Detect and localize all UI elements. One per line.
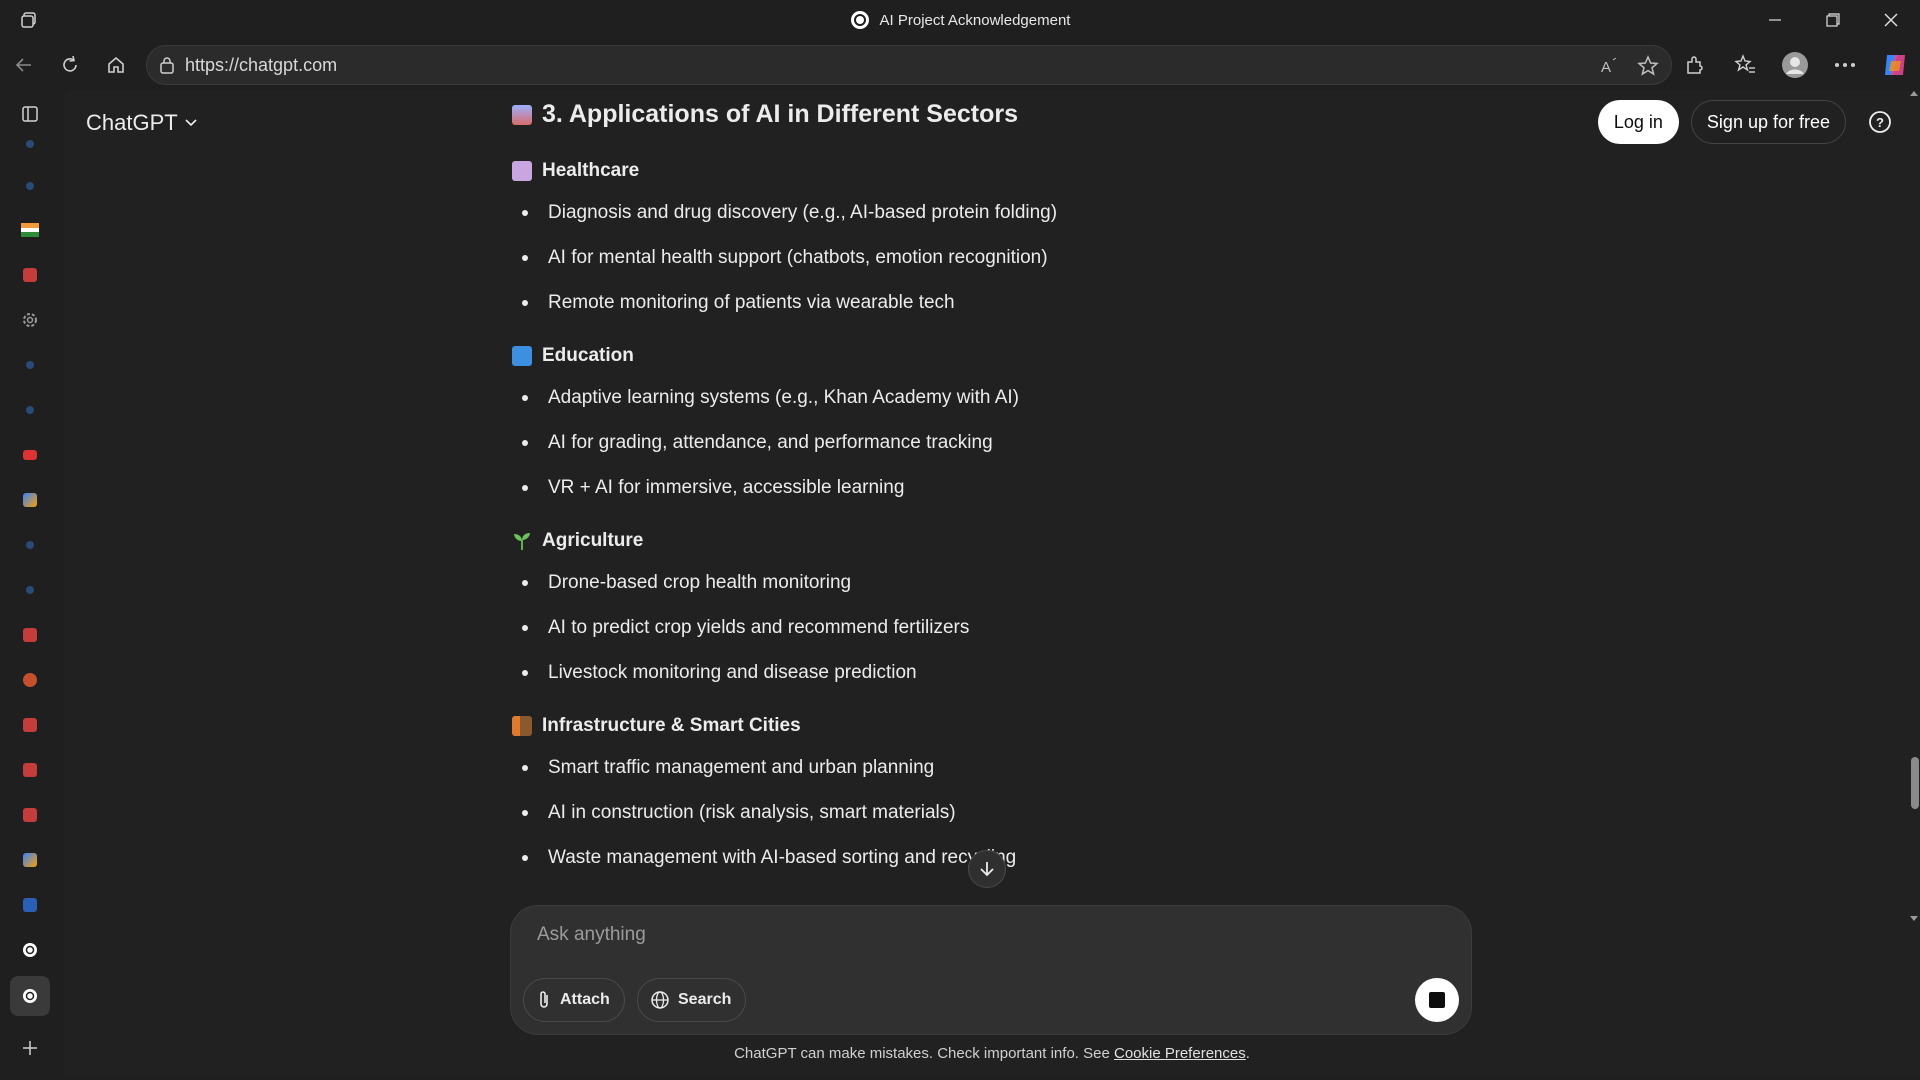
window-title: AI Project Acknowledgement [0,0,1920,40]
scroll-up-arrow-icon[interactable] [1908,90,1920,98]
subsection-title-education: Education [512,345,634,367]
word-tab-icon[interactable] [18,893,42,917]
subsection-title-healthcare: Healthcare [512,160,639,182]
flag-tab-icon[interactable] [18,218,42,242]
search-tab-icon[interactable] [18,578,42,602]
help-icon[interactable]: ? [1858,100,1902,144]
new-tab-plus-icon[interactable] [18,1036,42,1060]
cookie-preferences-link[interactable]: Cookie Preferences [1114,1045,1246,1062]
search-tab-icon[interactable] [18,398,42,422]
favorite-star-icon[interactable] [1637,55,1659,77]
browser-title-bar: AI Project Acknowledgement [0,0,1920,40]
construction-icon [512,716,532,736]
lock-icon [160,57,174,74]
factory-icon [512,104,532,125]
pdf-tab-icon[interactable] [18,803,42,827]
scroll-down-arrow-icon[interactable] [1908,914,1920,924]
restore-button[interactable] [1804,0,1862,40]
scrollbar-thumb[interactable] [1911,757,1919,809]
subsection-title-infrastructure: Infrastructure & Smart Cities [512,715,801,737]
browser-sidebar [0,90,60,1080]
chatgpt-logo-icon [850,11,869,29]
list-item: Diagnosis and drug discovery (e.g., AI-b… [522,202,1057,224]
copilot-icon[interactable] [1870,40,1920,90]
message-composer[interactable]: Ask anything Attach Search [510,905,1472,1035]
list-item: Remote monitoring of patients via wearab… [522,292,955,314]
window-title-text: AI Project Acknowledgement [879,11,1071,29]
chatgpt-page: ChatGPT Log in Sign up for free ? 3. App… [64,90,1920,1076]
list-item: Drone-based crop health monitoring [522,572,851,594]
address-bar[interactable]: https://chatgpt.com A [146,45,1672,85]
stop-generating-button[interactable] [1415,978,1459,1022]
subsection-title-agriculture: Agriculture [512,530,643,552]
more-options-icon[interactable] [1820,40,1870,90]
list-item: Adaptive learning systems (e.g., Khan Ac… [522,387,1019,409]
read-aloud-icon[interactable]: A [1599,56,1619,76]
minimize-button[interactable] [1746,0,1804,40]
settings-gear-icon[interactable] [18,308,42,332]
arrow-down-icon [980,862,994,877]
pdf-tab-icon[interactable] [18,713,42,737]
list-item: Waste management with AI-based sorting a… [522,847,1016,869]
close-window-button[interactable] [1862,0,1920,40]
refresh-button[interactable] [48,45,92,85]
book-icon [512,346,532,366]
tab-sidebar-toggle-icon[interactable] [18,102,42,126]
favorites-icon[interactable] [1720,40,1770,90]
home-button[interactable] [94,45,138,85]
search-tab-icon[interactable] [18,533,42,557]
list-item: Smart traffic management and urban plann… [522,757,934,779]
globe-icon [651,991,669,1009]
page-scrollbar[interactable] [1908,90,1920,1076]
browser-nav-bar: https://chatgpt.com A [0,40,1920,90]
brand-label: ChatGPT [86,110,178,135]
stop-icon [1429,992,1445,1008]
list-item: AI for mental health support (chatbots, … [522,247,1048,269]
pdf-tab-icon[interactable] [18,758,42,782]
chatgpt-tab-icon[interactable] [18,938,42,962]
signup-button[interactable]: Sign up for free [1690,100,1846,144]
profile-avatar-icon[interactable] [1770,40,1820,90]
search-tab-icon[interactable] [18,353,42,377]
disclaimer: ChatGPT can make mistakes. Check importa… [734,1045,1250,1062]
search-tab-icon[interactable] [18,132,42,156]
model-selector[interactable]: ChatGPT [86,110,198,136]
search-tab-icon[interactable] [18,174,42,198]
message-input[interactable]: Ask anything [537,924,646,946]
pdf-tab-icon[interactable] [18,263,42,287]
scroll-to-bottom-button[interactable] [968,850,1006,888]
hospital-icon [512,161,532,181]
list-item: AI in construction (risk analysis, smart… [522,802,956,824]
section-heading-text: 3. Applications of AI in Different Secto… [542,100,1018,128]
list-item: VR + AI for immersive, accessible learni… [522,477,904,499]
attach-button[interactable]: Attach [523,978,625,1022]
youtube-tab-icon[interactable] [18,443,42,467]
seedling-icon [514,533,530,550]
powerpoint-tab-icon[interactable] [18,668,42,692]
back-button[interactable] [2,45,46,85]
login-button[interactable]: Log in [1597,100,1679,144]
list-item: Livestock monitoring and disease predict… [522,662,917,684]
list-item: AI to predict crop yields and recommend … [522,617,969,639]
chatgpt-active-tab-icon[interactable] [10,976,50,1016]
svg-text:?: ? [1876,115,1884,130]
svg-text:A: A [1601,59,1611,76]
chevron-down-icon [185,119,197,127]
extensions-icon[interactable] [1670,40,1720,90]
copilot-tab-icon[interactable] [18,488,42,512]
pdf-tab-icon[interactable] [18,623,42,647]
url-text: https://chatgpt.com [185,54,338,75]
section-heading: 3. Applications of AI in Different Secto… [512,100,1018,129]
paperclip-icon [540,991,548,1008]
tab-actions-icon[interactable] [0,10,60,30]
list-item: AI for grading, attendance, and performa… [522,432,993,454]
search-button[interactable]: Search [637,978,747,1022]
copilot-tab-icon[interactable] [18,848,42,872]
